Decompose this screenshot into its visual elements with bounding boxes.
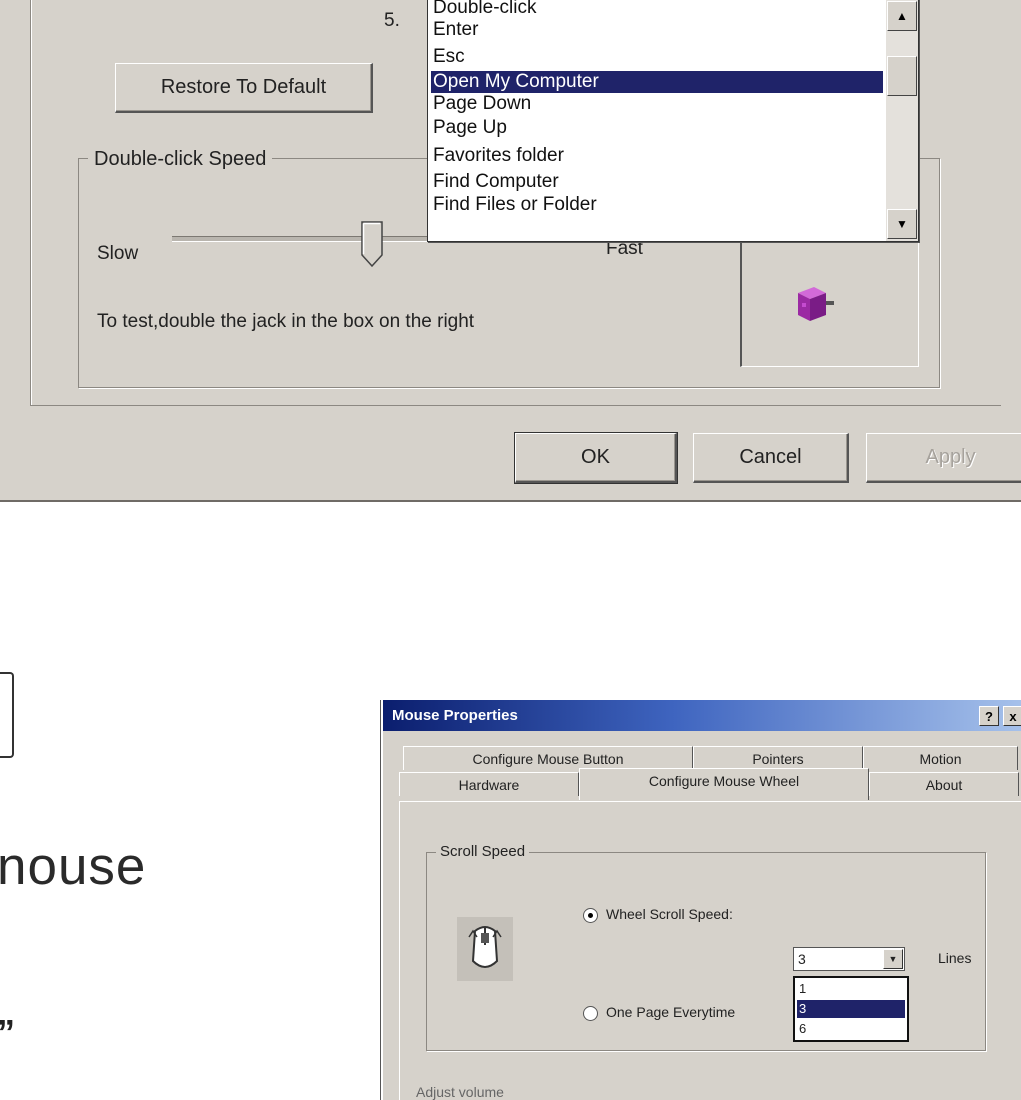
scroll-mouse-icon	[457, 917, 513, 981]
tab-hardware[interactable]: Hardware	[399, 772, 579, 796]
cancel-button[interactable]: Cancel	[693, 433, 849, 483]
up-arrow-icon[interactable]: ▲	[887, 1, 917, 31]
list-scrollbar[interactable]: ▲ ▼	[886, 0, 918, 241]
ok-button[interactable]: OK	[514, 432, 678, 484]
list-item[interactable]: Enter	[431, 19, 883, 41]
double-click-speed-title: Double-click Speed	[88, 148, 273, 171]
scroll-thumb[interactable]	[887, 56, 917, 96]
chevron-down-icon[interactable]: ▼	[883, 949, 903, 969]
dropdown-option[interactable]: 1	[797, 980, 905, 998]
wheel-scroll-speed-radio[interactable]	[583, 908, 598, 923]
button-function-list[interactable]: Double-click Enter Esc Open My Computer …	[427, 0, 919, 242]
list-item[interactable]: Page Down	[431, 93, 883, 115]
list-item[interactable]: Page Up	[431, 117, 883, 139]
apply-button[interactable]: Apply	[866, 433, 1021, 483]
lines-dropdown[interactable]: 1 3 6	[793, 976, 909, 1042]
adjust-volume-label: Adjust volume	[416, 1084, 504, 1100]
lines-combo[interactable]: 3 ▼	[793, 947, 905, 971]
slider-thumb[interactable]	[361, 221, 383, 267]
partial-quote: ”	[0, 1012, 15, 1054]
partial-frame	[0, 672, 14, 758]
tab-configure-mouse-wheel[interactable]: Configure Mouse Wheel	[579, 768, 869, 800]
list-item[interactable]: Esc	[431, 46, 883, 68]
list-item[interactable]: Favorites folder	[431, 145, 883, 167]
help-icon[interactable]: ?	[979, 706, 999, 726]
restore-default-button[interactable]: Restore To Default	[115, 63, 373, 113]
tab-motion[interactable]: Motion	[863, 746, 1018, 770]
slow-label: Slow	[97, 243, 139, 264]
one-page-label: One Page Everytime	[606, 1004, 736, 1020]
jack-in-box-icon[interactable]	[788, 279, 836, 327]
list-item-selected[interactable]: Open My Computer	[431, 71, 883, 93]
close-icon[interactable]: x	[1003, 706, 1021, 726]
list-item[interactable]: Find Files or Folder	[431, 194, 883, 216]
step-number: 5.	[384, 10, 400, 31]
dropdown-option[interactable]: 6	[797, 1020, 905, 1038]
scroll-speed-title: Scroll Speed	[436, 843, 530, 860]
dialog-title: Mouse Properties	[392, 707, 518, 724]
title-bar[interactable]: Mouse Properties ? x	[383, 700, 1021, 731]
wheel-scroll-speed-label: Wheel Scroll Speed:	[606, 906, 733, 922]
partial-heading-text: nouse	[0, 837, 147, 896]
tab-about[interactable]: About	[869, 772, 1019, 796]
test-instructions: To test,double the jack in the box on th…	[97, 311, 475, 332]
list-item[interactable]: Double-click	[431, 0, 883, 19]
tab-configure-mouse-button[interactable]: Configure Mouse Button	[403, 746, 693, 770]
list-item[interactable]: Find Computer	[431, 171, 883, 193]
tab-pointers[interactable]: Pointers	[693, 746, 863, 770]
down-arrow-icon[interactable]: ▼	[887, 209, 917, 239]
one-page-radio[interactable]	[583, 1006, 598, 1021]
combo-value: 3	[798, 951, 806, 967]
dropdown-option-selected[interactable]: 3	[797, 1000, 905, 1018]
lines-label: Lines	[938, 950, 972, 966]
